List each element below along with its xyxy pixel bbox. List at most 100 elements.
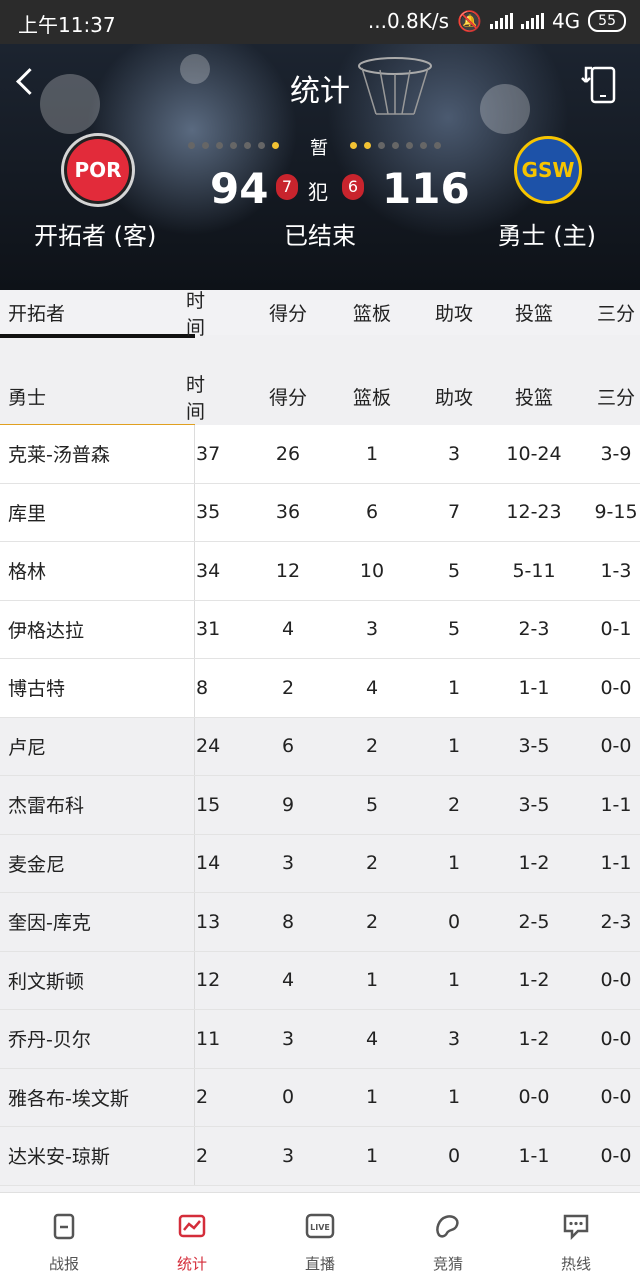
player-name: 雅各布-埃文斯 bbox=[0, 1068, 195, 1126]
away-team-logo: POR bbox=[64, 136, 132, 204]
stat-pts: 2 bbox=[281, 676, 295, 699]
stat-ast: 1 bbox=[447, 676, 461, 699]
player-row[interactable]: 库里 35 36 6 7 12-23 9-15 bbox=[0, 483, 640, 542]
home-team-tab[interactable]: 勇士 bbox=[0, 368, 195, 425]
player-name: 伊格达拉 bbox=[0, 600, 195, 658]
stat-reb: 10 bbox=[359, 559, 385, 582]
col-header-pts: 得分 bbox=[268, 303, 307, 325]
game-header: 统计 POR GSW 暂 94 7 犯 6 116 开拓者 (客) 已结束 勇士… bbox=[0, 44, 640, 290]
player-row[interactable]: 达米安-琼斯 2 3 1 0 1-1 0-0 bbox=[0, 1127, 640, 1186]
stat-reb: 4 bbox=[365, 1027, 379, 1050]
col-header-min: 时间 bbox=[186, 373, 206, 423]
away-team-tab[interactable]: 开拓者 bbox=[0, 290, 195, 335]
player-row[interactable]: 克莱-汤普森 37 26 1 3 10-24 3-9 bbox=[0, 425, 640, 484]
stat-pts: 6 bbox=[281, 735, 295, 758]
home-timeout-dots bbox=[350, 142, 441, 149]
home-team-name: 勇士 (主) bbox=[497, 222, 596, 250]
player-list: 克莱-汤普森 37 26 1 3 10-24 3-9 库里 35 36 6 7 12-23 9-15 格林 3… bbox=[0, 425, 640, 1186]
tab-report[interactable]: 战报 bbox=[0, 1193, 128, 1281]
home-team-header-row[interactable]: 勇士 时间 得分 篮板 助攻 投篮 三分 bbox=[0, 368, 640, 428]
player-name: 奎因-库克 bbox=[0, 893, 195, 951]
player-row[interactable]: 格林 34 12 10 5 5-11 1-3 bbox=[0, 542, 640, 601]
stat-fg: 1-2 bbox=[518, 1027, 550, 1050]
away-team-header-row[interactable]: 开拓者 时间 得分 篮板 助攻 投篮 三分 bbox=[0, 289, 640, 339]
stat-pts: 3 bbox=[281, 1144, 295, 1167]
stat-reb: 3 bbox=[365, 618, 379, 641]
tab-stats[interactable]: 统计 bbox=[128, 1193, 256, 1281]
timeout-label: 暂 bbox=[310, 138, 328, 159]
stat-reb: 2 bbox=[365, 910, 379, 933]
stat-min: 2 bbox=[196, 1144, 209, 1167]
stat-fg: 1-1 bbox=[518, 676, 550, 699]
player-row[interactable]: 雅各布-埃文斯 2 0 1 1 0-0 0-0 bbox=[0, 1068, 640, 1127]
col-header-fg: 投篮 bbox=[514, 387, 553, 409]
away-tab-underline bbox=[0, 334, 195, 338]
stat-reb: 5 bbox=[365, 793, 379, 816]
stat-min: 15 bbox=[196, 793, 221, 816]
stat-reb: 1 bbox=[365, 1144, 379, 1167]
player-row[interactable]: 伊格达拉 31 4 3 5 2-3 0-1 bbox=[0, 600, 640, 659]
stat-ast: 2 bbox=[447, 793, 461, 816]
stat-pts: 4 bbox=[281, 969, 295, 992]
svg-text:LIVE: LIVE bbox=[310, 1223, 330, 1232]
signal-icon-2 bbox=[520, 13, 544, 29]
network-type: 4G bbox=[551, 9, 581, 33]
stat-reb: 1 bbox=[365, 1086, 379, 1109]
stat-tp: 0-0 bbox=[600, 1086, 632, 1109]
stat-min: 24 bbox=[196, 735, 221, 758]
tab-label: 战报 bbox=[48, 1255, 79, 1273]
player-name: 克莱-汤普森 bbox=[0, 425, 195, 483]
player-row[interactable]: 麦金尼 14 3 2 1 1-2 1-1 bbox=[0, 834, 640, 893]
stat-min: 35 bbox=[196, 501, 221, 524]
player-row[interactable]: 利文斯顿 12 4 1 1 1-2 0-0 bbox=[0, 951, 640, 1010]
stat-fg: 3-5 bbox=[518, 735, 550, 758]
tab-label: 直播 bbox=[304, 1255, 335, 1273]
status-bar: 上午11:37 ...0.8K/s 🔕 4G 55 bbox=[0, 0, 640, 44]
stat-ast: 1 bbox=[447, 852, 461, 875]
stat-fg: 0-0 bbox=[518, 1086, 550, 1109]
stat-tp: 0-0 bbox=[600, 1144, 632, 1167]
player-name: 利文斯顿 bbox=[0, 951, 195, 1009]
col-header-pts: 得分 bbox=[268, 387, 307, 409]
stat-tp: 0-0 bbox=[600, 735, 632, 758]
player-row[interactable]: 博古特 8 2 4 1 1-1 0-0 bbox=[0, 659, 640, 718]
tab-live[interactable]: LIVE 直播 bbox=[256, 1193, 384, 1281]
stat-tp: 0-0 bbox=[600, 676, 632, 699]
player-name: 卢尼 bbox=[0, 717, 195, 775]
stat-pts: 26 bbox=[275, 442, 301, 465]
player-name: 达米安-琼斯 bbox=[0, 1127, 195, 1185]
stat-min: 37 bbox=[196, 442, 221, 465]
stat-pts: 8 bbox=[281, 910, 295, 933]
stat-fg: 2-5 bbox=[518, 910, 550, 933]
col-header-min: 时间 bbox=[186, 289, 206, 339]
stat-ast: 1 bbox=[447, 735, 461, 758]
clock: 上午11:37 bbox=[18, 13, 116, 37]
stat-ast: 7 bbox=[447, 501, 461, 524]
signal-icon bbox=[489, 13, 513, 29]
stat-ast: 0 bbox=[447, 1144, 461, 1167]
box-score-table: 开拓者 时间 得分 篮板 助攻 投篮 三分 勇士 时间 得分 篮板 助攻 投篮 … bbox=[0, 290, 640, 1186]
tab-guess[interactable]: 竞猜 bbox=[384, 1193, 512, 1281]
player-row[interactable]: 乔丹-贝尔 11 3 4 3 1-2 0-0 bbox=[0, 1010, 640, 1069]
tab-label: 热线 bbox=[560, 1255, 591, 1273]
stat-pts: 0 bbox=[281, 1086, 295, 1109]
stat-tp: 3-9 bbox=[600, 442, 632, 465]
tab-hotline[interactable]: 热线 bbox=[512, 1193, 640, 1281]
col-header-3p: 三分 bbox=[596, 387, 635, 409]
stat-min: 12 bbox=[196, 969, 221, 992]
section-gap bbox=[0, 335, 640, 368]
stat-min: 34 bbox=[196, 559, 221, 582]
player-row[interactable]: 杰雷布科 15 9 5 2 3-5 1-1 bbox=[0, 776, 640, 835]
home-team-logo: GSW bbox=[514, 136, 582, 204]
player-name: 格林 bbox=[0, 542, 195, 600]
stat-reb: 2 bbox=[365, 735, 379, 758]
chat-icon bbox=[563, 1214, 589, 1241]
rotate-screen-icon[interactable] bbox=[578, 62, 618, 106]
stat-min: 14 bbox=[196, 852, 221, 875]
stat-min: 13 bbox=[196, 910, 221, 933]
player-row[interactable]: 卢尼 24 6 2 1 3-5 0-0 bbox=[0, 717, 640, 776]
stat-tp: 0-0 bbox=[600, 1027, 632, 1050]
stat-tp: 1-1 bbox=[600, 852, 632, 875]
live-icon: LIVE bbox=[305, 1213, 335, 1239]
player-row[interactable]: 奎因-库克 13 8 2 0 2-5 2-3 bbox=[0, 893, 640, 952]
